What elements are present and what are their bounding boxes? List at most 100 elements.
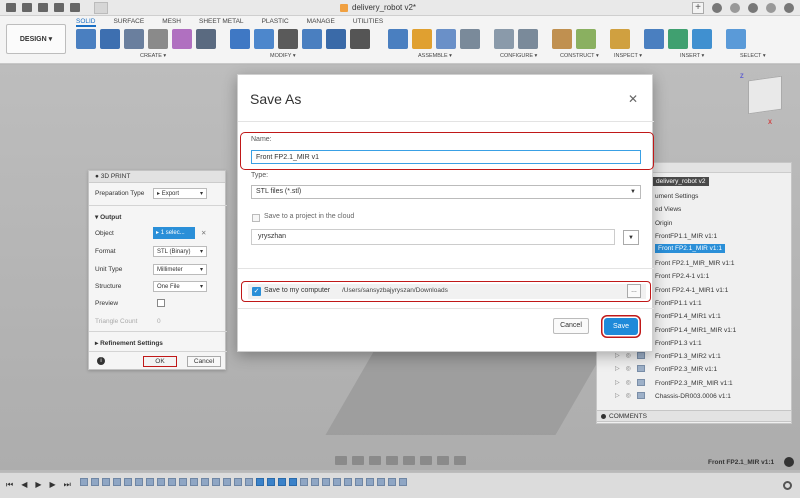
motion-link-icon[interactable]: [460, 29, 480, 49]
tab-solid[interactable]: SOLID: [76, 18, 96, 27]
press-pull-icon[interactable]: [230, 29, 250, 49]
format-select[interactable]: STL (Binary): [153, 246, 207, 257]
display-settings-icon[interactable]: [420, 455, 432, 465]
browser-root[interactable]: delivery_robot v2: [653, 177, 709, 186]
timeline-feature[interactable]: [146, 478, 154, 486]
timeline-feature[interactable]: [91, 478, 99, 486]
browser-item[interactable]: FrontFP2.3_MIR_MIR v1:1: [655, 380, 733, 387]
browser-item[interactable]: Front FP2.1_MIR_MIR v1:1: [655, 260, 734, 267]
browser-item[interactable]: FrontFP1.4_MIR1 v1:1: [655, 313, 721, 320]
info-icon[interactable]: i: [97, 357, 105, 365]
measure-icon[interactable]: [610, 29, 630, 49]
browser-item-selected[interactable]: Front FP2.1_MIR v1:1: [655, 244, 725, 253]
timeline-feature[interactable]: [267, 478, 275, 486]
timeline-feature[interactable]: [322, 478, 330, 486]
object-selection[interactable]: ▸ 1 selec...: [153, 227, 195, 239]
tab-mesh[interactable]: MESH: [162, 18, 181, 27]
insert-mesh-icon[interactable]: [644, 29, 664, 49]
app-grid-icon[interactable]: [6, 3, 16, 12]
browser-item[interactable]: FrontFP1.4_MIR1_MIR v1:1: [655, 327, 736, 334]
timeline-feature[interactable]: [179, 478, 187, 486]
form-icon[interactable]: [172, 29, 192, 49]
fillet-icon[interactable]: [254, 29, 274, 49]
browser-item[interactable]: FrontFP1.3_MIR2 v1:1: [655, 353, 721, 360]
go-to-start-icon[interactable]: ⏮: [6, 480, 13, 490]
expand-icon[interactable]: ▷: [615, 392, 620, 399]
step-back-icon[interactable]: ◀: [21, 480, 27, 490]
expand-icon[interactable]: ▷: [615, 352, 620, 359]
timeline-feature[interactable]: [201, 478, 209, 486]
timeline-feature[interactable]: [245, 478, 253, 486]
clear-selection-icon[interactable]: ✕: [201, 229, 206, 237]
timeline-feature[interactable]: [157, 478, 165, 486]
parameters-icon[interactable]: [494, 29, 514, 49]
home-icon[interactable]: [94, 1, 108, 14]
timeline-feature[interactable]: [234, 478, 242, 486]
browser-item[interactable]: Chassis-DR003.0006 v1:1: [655, 393, 731, 400]
viewcube[interactable]: [748, 75, 782, 115]
cloud-checkbox[interactable]: [252, 214, 260, 222]
revolve-icon[interactable]: [124, 29, 144, 49]
shell-icon[interactable]: [278, 29, 298, 49]
group-construct[interactable]: CONSTRUCT ▾: [560, 53, 599, 59]
tab-plastic[interactable]: PLASTIC: [262, 18, 289, 27]
timeline-feature[interactable]: [399, 478, 407, 486]
extrude-icon[interactable]: [100, 29, 120, 49]
file-type-select[interactable]: STL files (*.stl): [251, 185, 641, 199]
group-select[interactable]: SELECT ▾: [740, 53, 766, 59]
browser-item[interactable]: FrontFP2.3_MIR v1:1: [655, 366, 717, 373]
eye-icon[interactable]: ◎: [626, 379, 631, 386]
browse-button[interactable]: …: [627, 284, 641, 298]
ok-button[interactable]: OK: [143, 356, 177, 367]
cancel-button[interactable]: Cancel: [187, 356, 221, 367]
group-inspect[interactable]: INSPECT ▾: [614, 53, 642, 59]
close-icon[interactable]: ✕: [628, 92, 638, 106]
notifications-icon[interactable]: [748, 3, 758, 13]
timeline-feature[interactable]: [355, 478, 363, 486]
timeline-feature[interactable]: [388, 478, 396, 486]
timeline-feature[interactable]: [366, 478, 374, 486]
prep-type-select[interactable]: ▸ Export: [153, 188, 207, 199]
tab-surface[interactable]: SURFACE: [114, 18, 145, 27]
timeline-feature[interactable]: [377, 478, 385, 486]
expand-icon[interactable]: ▷: [615, 379, 620, 386]
save-button[interactable]: Save: [604, 318, 638, 335]
hole-icon[interactable]: [148, 29, 168, 49]
group-create[interactable]: CREATE ▾: [140, 53, 166, 59]
axis-icon[interactable]: [576, 29, 596, 49]
preview-checkbox[interactable]: [157, 299, 165, 307]
sync-icon[interactable]: [712, 3, 722, 13]
play-icon[interactable]: ▶: [35, 480, 41, 490]
group-modify[interactable]: MODIFY ▾: [270, 53, 296, 59]
zoom-icon[interactable]: [386, 455, 398, 465]
browser-item[interactable]: ed Views: [655, 206, 681, 213]
expand-icon[interactable]: ▷: [615, 365, 620, 372]
timeline-feature[interactable]: [223, 478, 231, 486]
timeline-feature[interactable]: [212, 478, 220, 486]
dialog-cancel-button[interactable]: Cancel: [553, 318, 589, 334]
timeline-feature[interactable]: [344, 478, 352, 486]
workspace-switcher[interactable]: DESIGN ▾: [6, 24, 66, 54]
timeline-feature[interactable]: [102, 478, 110, 486]
timeline-feature[interactable]: [113, 478, 121, 486]
status-icon[interactable]: [784, 457, 794, 467]
save-to-computer-checkbox[interactable]: ✓: [252, 287, 261, 296]
insert-derive-icon[interactable]: [668, 29, 688, 49]
timeline-feature[interactable]: [311, 478, 319, 486]
step-forward-icon[interactable]: ▶: [50, 480, 56, 490]
pan-icon[interactable]: [369, 455, 381, 465]
timeline-feature[interactable]: [256, 478, 264, 486]
sketch-icon[interactable]: [76, 29, 96, 49]
unit-type-select[interactable]: Millimeter: [153, 264, 207, 275]
group-assemble[interactable]: ASSEMBLE ▾: [418, 53, 452, 59]
as-built-joint-icon[interactable]: [436, 29, 456, 49]
tab-manage[interactable]: MANAGE: [307, 18, 335, 27]
redo-icon[interactable]: [70, 3, 80, 12]
browser-item[interactable]: Front FP2.4-1_MIR1 v1:1: [655, 287, 728, 294]
move-icon[interactable]: [350, 29, 370, 49]
eye-icon[interactable]: ◎: [626, 392, 631, 399]
timeline-feature[interactable]: [190, 478, 198, 486]
browser-item[interactable]: ument Settings: [655, 193, 698, 200]
configure-table-icon[interactable]: [518, 29, 538, 49]
select-icon[interactable]: [726, 29, 746, 49]
